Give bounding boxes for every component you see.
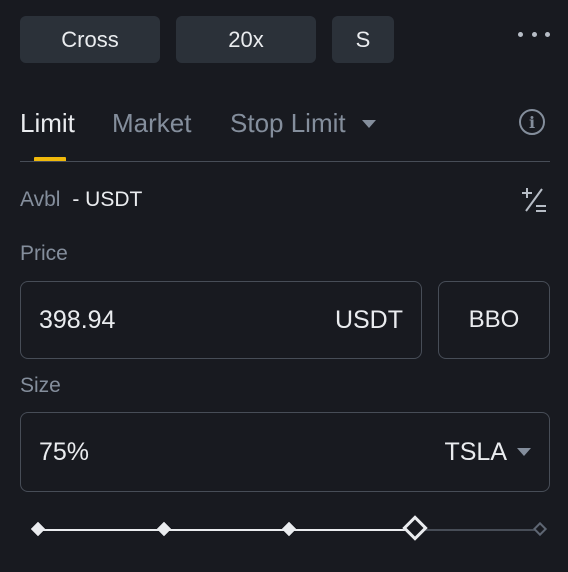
order-panel: Cross 20x S Limit Market Stop Limit i Av… [0, 0, 568, 572]
slider-thumb[interactable] [401, 515, 428, 541]
tabs-divider [20, 161, 550, 162]
avbl-value: - USDT [72, 188, 143, 211]
tab-limit[interactable]: Limit [20, 108, 75, 139]
price-input[interactable]: 398.94 USDT [20, 281, 422, 359]
size-value: 75% [39, 437, 90, 466]
price-value: 398.94 [39, 305, 116, 334]
size-input[interactable]: 75% TSLA [20, 412, 550, 492]
slider-stop-4[interactable] [532, 521, 548, 537]
size-unit-select[interactable]: TSLA [444, 438, 531, 467]
leverage-button[interactable]: 20x [176, 16, 316, 63]
chevron-down-icon [517, 448, 531, 456]
more-horizontal-icon[interactable] [518, 22, 550, 46]
calculator-icon[interactable] [520, 186, 548, 214]
chevron-down-icon [361, 119, 376, 128]
tab-stop-limit[interactable]: Stop Limit [230, 108, 376, 139]
size-slider[interactable] [30, 514, 550, 546]
slider-stop-0[interactable] [30, 521, 46, 537]
size-label: Size [20, 374, 61, 397]
price-label: Price [20, 242, 68, 265]
tab-market[interactable]: Market [112, 108, 191, 139]
slider-stop-1[interactable] [156, 521, 171, 537]
size-unit-label: TSLA [444, 437, 507, 466]
avbl-label: Avbl [20, 188, 61, 211]
tab-stop-limit-label: Stop Limit [230, 108, 346, 138]
margin-mode-button[interactable]: Cross [20, 16, 160, 63]
slider-stop-2[interactable] [281, 521, 297, 537]
price-unit: USDT [334, 305, 403, 334]
bbo-button[interactable]: BBO [438, 281, 550, 359]
slider-track-filled [38, 529, 415, 531]
position-mode-button[interactable]: S [332, 16, 394, 63]
avbl-row: Avbl - USDT [20, 188, 142, 212]
slider-track-empty [414, 529, 540, 531]
info-icon[interactable]: i [519, 109, 545, 135]
